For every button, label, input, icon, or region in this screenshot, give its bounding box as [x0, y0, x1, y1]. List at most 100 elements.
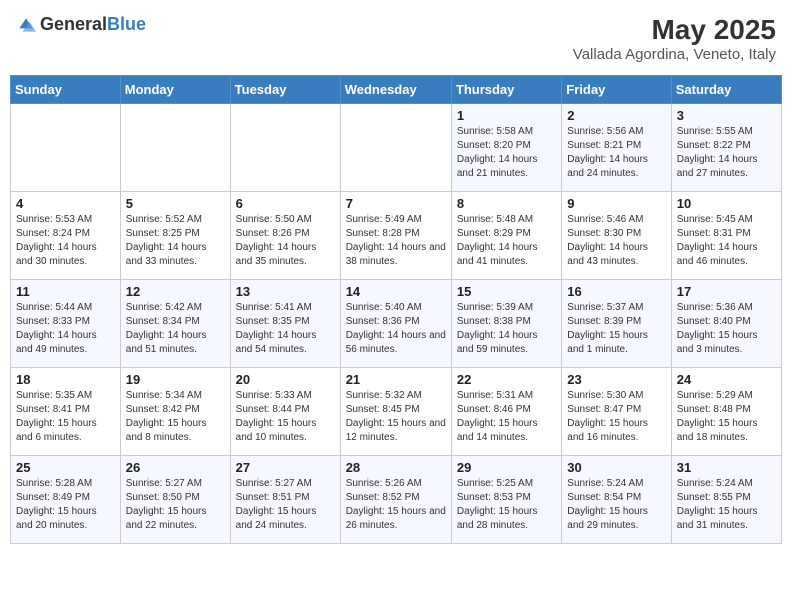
calendar-day-cell: 23 Sunrise: 5:30 AMSunset: 8:47 PMDayligh… [562, 368, 671, 456]
day-number: 10 [677, 196, 776, 211]
calendar-table: SundayMondayTuesdayWednesdayThursdayFrid… [10, 75, 782, 544]
day-of-week-header: Sunday [11, 76, 121, 104]
page-header: GeneralBlue May 2025 Vallada Agordina, V… [10, 10, 782, 67]
day-info: Sunrise: 5:53 AMSunset: 8:24 PMDaylight:… [16, 213, 115, 269]
day-number: 18 [16, 372, 115, 387]
day-number: 24 [677, 372, 776, 387]
day-number: 22 [457, 372, 556, 387]
day-number: 15 [457, 284, 556, 299]
calendar-day-cell: 22 Sunrise: 5:31 AMSunset: 8:46 PMDayligh… [451, 368, 561, 456]
day-info: Sunrise: 5:24 AMSunset: 8:55 PMDaylight:… [677, 477, 776, 533]
day-of-week-header: Tuesday [230, 76, 340, 104]
day-of-week-header: Wednesday [340, 76, 451, 104]
logo-icon [16, 15, 36, 35]
calendar-day-cell: 26Sunrise: 5:27 AMSunset: 8:50 PMDayligh… [120, 456, 230, 544]
day-number: 16 [567, 284, 665, 299]
calendar-day-cell: 24 Sunrise: 5:29 AMSunset: 8:48 PMDayligh… [671, 368, 781, 456]
calendar-day-cell: 17Sunrise: 5:36 AMSunset: 8:40 PMDayligh… [671, 280, 781, 368]
logo: GeneralBlue [16, 14, 146, 35]
day-info: Sunrise: 5:34 AMSunset: 8:42 PMDaylight:… [126, 389, 225, 445]
day-number: 12 [126, 284, 225, 299]
day-number: 8 [457, 196, 556, 211]
calendar-day-cell: 9Sunrise: 5:46 AMSunset: 8:30 PMDaylight… [562, 192, 671, 280]
day-number: 30 [567, 460, 665, 475]
day-number: 4 [16, 196, 115, 211]
day-info: Sunrise: 5:39 AMSunset: 8:38 PMDaylight:… [457, 301, 556, 357]
day-number: 31 [677, 460, 776, 475]
calendar-day-cell: 20 Sunrise: 5:33 AMSunset: 8:44 PMDayligh… [230, 368, 340, 456]
calendar-day-cell: 13Sunrise: 5:41 AMSunset: 8:35 PMDayligh… [230, 280, 340, 368]
calendar-day-cell: 31 Sunrise: 5:24 AMSunset: 8:55 PMDayligh… [671, 456, 781, 544]
day-info: Sunrise: 5:32 AMSunset: 8:45 PMDaylight:… [346, 389, 446, 445]
calendar-day-cell: 14 Sunrise: 5:40 AMSunset: 8:36 PMDayligh… [340, 280, 451, 368]
day-info: Sunrise: 5:26 AMSunset: 8:52 PMDaylight:… [346, 477, 446, 533]
day-info: Sunrise: 5:40 AMSunset: 8:36 PMDaylight:… [346, 301, 446, 357]
day-number: 14 [346, 284, 446, 299]
title-block: May 2025 Vallada Agordina, Veneto, Italy [573, 14, 776, 63]
calendar-day-cell: 12 Sunrise: 5:42 AMSunset: 8:34 PMDayligh… [120, 280, 230, 368]
calendar-day-cell: 1 Sunrise: 5:58 AMSunset: 8:20 PMDaylight… [451, 104, 561, 192]
day-info: Sunrise: 5:33 AMSunset: 8:44 PMDaylight:… [236, 389, 335, 445]
calendar-week-row: 4 Sunrise: 5:53 AMSunset: 8:24 PMDaylight… [11, 192, 782, 280]
day-of-week-header: Thursday [451, 76, 561, 104]
calendar-day-cell: 16 Sunrise: 5:37 AMSunset: 8:39 PMDayligh… [562, 280, 671, 368]
day-number: 9 [567, 196, 665, 211]
calendar-day-cell: 4 Sunrise: 5:53 AMSunset: 8:24 PMDaylight… [11, 192, 121, 280]
day-info: Sunrise: 5:28 AMSunset: 8:49 PMDaylight:… [16, 477, 115, 533]
calendar-day-cell: 3Sunrise: 5:55 AMSunset: 8:22 PMDaylight… [671, 104, 781, 192]
calendar-day-cell: 30 Sunrise: 5:24 AMSunset: 8:54 PMDayligh… [562, 456, 671, 544]
day-info: Sunrise: 5:30 AMSunset: 8:47 PMDaylight:… [567, 389, 665, 445]
calendar-week-row: 18 Sunrise: 5:35 AMSunset: 8:41 PMDayligh… [11, 368, 782, 456]
logo-blue-text: Blue [107, 14, 146, 34]
calendar-day-cell: 19 Sunrise: 5:34 AMSunset: 8:42 PMDayligh… [120, 368, 230, 456]
day-info: Sunrise: 5:49 AMSunset: 8:28 PMDaylight:… [346, 213, 446, 269]
day-info: Sunrise: 5:44 AMSunset: 8:33 PMDaylight:… [16, 301, 115, 357]
day-info: Sunrise: 5:24 AMSunset: 8:54 PMDaylight:… [567, 477, 665, 533]
calendar-day-cell: 2Sunrise: 5:56 AMSunset: 8:21 PMDaylight… [562, 104, 671, 192]
day-number: 27 [236, 460, 335, 475]
calendar-day-cell: 8 Sunrise: 5:48 AMSunset: 8:29 PMDaylight… [451, 192, 561, 280]
calendar-day-cell: 25 Sunrise: 5:28 AMSunset: 8:49 PMDayligh… [11, 456, 121, 544]
calendar-day-cell [230, 104, 340, 192]
day-info: Sunrise: 5:37 AMSunset: 8:39 PMDaylight:… [567, 301, 665, 357]
calendar-day-cell: 11 Sunrise: 5:44 AMSunset: 8:33 PMDayligh… [11, 280, 121, 368]
day-info: Sunrise: 5:35 AMSunset: 8:41 PMDaylight:… [16, 389, 115, 445]
calendar-day-cell [120, 104, 230, 192]
calendar-day-cell: 6 Sunrise: 5:50 AMSunset: 8:26 PMDaylight… [230, 192, 340, 280]
calendar-day-cell: 7 Sunrise: 5:49 AMSunset: 8:28 PMDaylight… [340, 192, 451, 280]
day-number: 7 [346, 196, 446, 211]
day-of-week-header: Monday [120, 76, 230, 104]
day-info: Sunrise: 5:58 AMSunset: 8:20 PMDaylight:… [457, 125, 556, 181]
day-of-week-header: Friday [562, 76, 671, 104]
day-info: Sunrise: 5:52 AMSunset: 8:25 PMDaylight:… [126, 213, 225, 269]
day-info: Sunrise: 5:42 AMSunset: 8:34 PMDaylight:… [126, 301, 225, 357]
day-number: 20 [236, 372, 335, 387]
day-number: 25 [16, 460, 115, 475]
day-number: 6 [236, 196, 335, 211]
day-number: 23 [567, 372, 665, 387]
day-of-week-header: Saturday [671, 76, 781, 104]
day-info: Sunrise: 5:50 AMSunset: 8:26 PMDaylight:… [236, 213, 335, 269]
day-number: 13 [236, 284, 335, 299]
day-number: 11 [16, 284, 115, 299]
day-number: 1 [457, 108, 556, 123]
day-info: Sunrise: 5:29 AMSunset: 8:48 PMDaylight:… [677, 389, 776, 445]
day-number: 29 [457, 460, 556, 475]
calendar-day-cell [11, 104, 121, 192]
calendar-header-row: SundayMondayTuesdayWednesdayThursdayFrid… [11, 76, 782, 104]
day-number: 26 [126, 460, 225, 475]
calendar-week-row: 11 Sunrise: 5:44 AMSunset: 8:33 PMDayligh… [11, 280, 782, 368]
calendar-day-cell: 15 Sunrise: 5:39 AMSunset: 8:38 PMDayligh… [451, 280, 561, 368]
day-number: 28 [346, 460, 446, 475]
location-title: Vallada Agordina, Veneto, Italy [573, 46, 776, 63]
calendar-day-cell: 28 Sunrise: 5:26 AMSunset: 8:52 PMDayligh… [340, 456, 451, 544]
day-number: 19 [126, 372, 225, 387]
day-info: Sunrise: 5:48 AMSunset: 8:29 PMDaylight:… [457, 213, 556, 269]
day-info: Sunrise: 5:31 AMSunset: 8:46 PMDaylight:… [457, 389, 556, 445]
calendar-day-cell: 29Sunrise: 5:25 AMSunset: 8:53 PMDayligh… [451, 456, 561, 544]
day-info: Sunrise: 5:56 AMSunset: 8:21 PMDaylight:… [567, 125, 665, 181]
day-number: 3 [677, 108, 776, 123]
logo-general-text: General [40, 14, 107, 34]
calendar-day-cell: 18 Sunrise: 5:35 AMSunset: 8:41 PMDayligh… [11, 368, 121, 456]
calendar-day-cell: 10Sunrise: 5:45 AMSunset: 8:31 PMDayligh… [671, 192, 781, 280]
